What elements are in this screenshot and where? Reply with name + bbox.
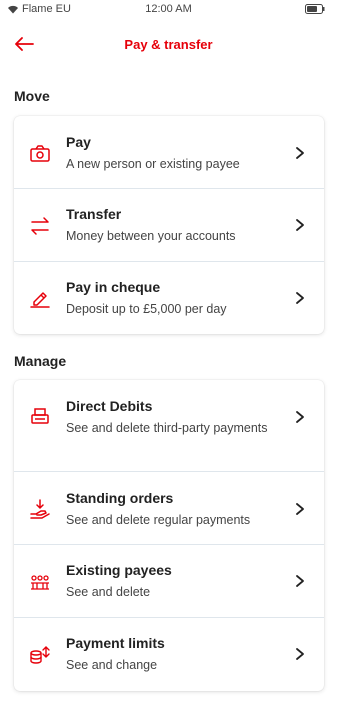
chevron-right-icon — [296, 219, 304, 231]
pay-camera-icon — [30, 145, 50, 162]
menu-item-label: Payment limits — [66, 635, 165, 651]
chevron-right-icon — [296, 292, 304, 304]
menu-item-existing-payees[interactable]: Existing payees See and delete — [14, 545, 324, 618]
section-title-move: Move — [14, 88, 50, 104]
menu-item-subtitle: See and delete regular payments — [66, 513, 251, 527]
move-card: Pay A new person or existing payee Trans… — [14, 116, 324, 334]
menu-item-pay-in-cheque[interactable]: Pay in cheque Deposit up to £5,000 per d… — [14, 262, 324, 334]
menu-item-label: Pay in cheque — [66, 279, 161, 295]
page-title: Pay & transfer — [124, 37, 213, 52]
section-title-manage: Manage — [14, 353, 67, 369]
menu-item-label: Pay — [66, 134, 91, 150]
menu-item-label: Existing payees — [66, 562, 172, 578]
menu-item-standing-orders[interactable]: Standing orders See and delete regular p… — [14, 472, 324, 545]
chevron-right-icon — [296, 411, 304, 423]
chevron-right-icon — [296, 648, 304, 660]
menu-item-label: Direct Debits — [66, 398, 153, 414]
cheque-pen-icon — [30, 292, 50, 308]
menu-item-subtitle: Deposit up to £5,000 per day — [66, 302, 227, 316]
menu-item-transfer[interactable]: Transfer Money between your accounts — [14, 189, 324, 262]
status-bar: Flame EU 12:00 AM — [0, 0, 337, 20]
direct-debit-icon — [31, 408, 49, 424]
payment-limits-icon — [30, 646, 50, 664]
transfer-arrows-icon — [31, 217, 49, 235]
menu-item-payment-limits[interactable]: Payment limits See and change — [14, 618, 324, 691]
clock: 12:00 AM — [145, 3, 192, 15]
battery-icon — [305, 4, 325, 14]
payees-icon — [31, 575, 49, 590]
menu-item-label: Standing orders — [66, 490, 174, 506]
menu-item-label: Transfer — [66, 206, 122, 222]
menu-item-direct-debits[interactable]: Direct Debits See and delete third-party… — [14, 380, 324, 472]
manage-card: Direct Debits See and delete third-party… — [14, 380, 324, 691]
menu-item-subtitle: See and delete — [66, 585, 151, 599]
menu-item-subtitle: See and change — [66, 658, 158, 672]
chevron-right-icon — [296, 147, 304, 159]
menu-item-subtitle: Money between your accounts — [66, 229, 236, 243]
menu-item-pay[interactable]: Pay A new person or existing payee — [14, 116, 324, 189]
menu-item-subtitle: See and delete third-party payments — [66, 421, 268, 435]
chevron-right-icon — [296, 503, 304, 515]
menu-item-subtitle: A new person or existing payee — [66, 157, 240, 171]
chevron-right-icon — [296, 575, 304, 587]
standing-order-icon — [30, 499, 50, 519]
app-bar: Pay & transfer — [0, 28, 337, 60]
